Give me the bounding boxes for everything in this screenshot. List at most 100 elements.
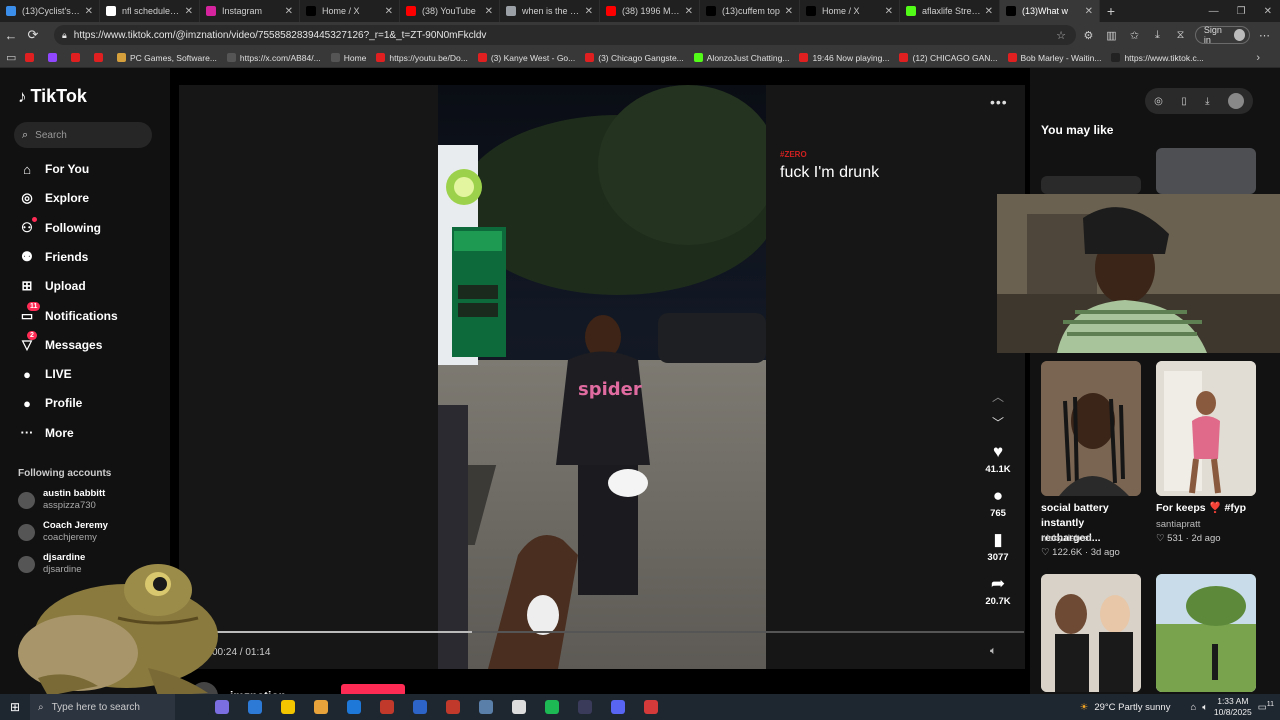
bookmark-item[interactable]: PC Games, Software... [117, 53, 217, 63]
share-button[interactable]: ➦ 20.7K [980, 574, 1016, 607]
download-icon[interactable]: ⤓ [1149, 29, 1166, 42]
refresh-icon[interactable]: ⟳ [22, 27, 44, 43]
close-tab-icon[interactable]: ✕ [885, 6, 893, 17]
network-icon[interactable]: ⌂ [1190, 702, 1196, 713]
taskbar-app-icon[interactable] [469, 694, 502, 720]
volume-icon[interactable]: 🔈︎ [990, 645, 997, 658]
bookmark-item[interactable] [71, 53, 84, 63]
split-screen-icon[interactable]: ▥ [1103, 29, 1120, 42]
like-button[interactable]: ♥ 41.1K [980, 442, 1016, 475]
maximize-icon[interactable]: ❐ [1237, 6, 1246, 17]
bookmark-item[interactable]: https://www.tiktok.c... [1111, 53, 1204, 63]
video-progress-bar[interactable] [212, 631, 1024, 633]
sidebar-item-for-you[interactable]: ⌂ For You [18, 158, 89, 180]
browser-tab[interactable]: (13)Cyclist's Fun ✕ [0, 0, 100, 22]
save-button[interactable]: ▮ 3077 [980, 530, 1016, 563]
taskbar-app-icon[interactable] [436, 694, 469, 720]
following-account[interactable]: Coach Jeremy coachjeremy [18, 520, 108, 544]
browser-tab[interactable]: when is the last ✕ [500, 0, 600, 22]
card-thumb-4[interactable] [1156, 574, 1256, 692]
sidebar-item-profile[interactable]: ● Profile [18, 392, 82, 414]
sidebar-item-upload[interactable]: ⊞ Upload [18, 275, 86, 297]
browser-tab[interactable]: Instagram ✕ [200, 0, 300, 22]
bookmark-item[interactable]: (3) Kanye West - Go... [477, 53, 575, 63]
close-tab-icon[interactable]: ✕ [185, 6, 193, 17]
taskbar-app-icon[interactable] [337, 694, 370, 720]
address-bar[interactable]: 🔒︎ https://www.tiktok.com/@imznation/vid… [54, 25, 1076, 45]
favorite-star-icon[interactable]: ☆ [1056, 29, 1066, 42]
close-tab-icon[interactable]: ✕ [785, 6, 793, 17]
close-tab-icon[interactable]: ✕ [85, 6, 93, 17]
card-author-2[interactable]: santiapratt [1156, 519, 1200, 530]
new-tab-button[interactable]: + [1100, 3, 1122, 19]
more-options-icon[interactable]: ••• [990, 94, 1008, 110]
taskbar-app-icon[interactable] [238, 694, 271, 720]
bookmark-item[interactable]: 19:46 Now playing... [799, 53, 889, 63]
bookmark-item[interactable] [25, 53, 38, 63]
taskbar-app-icon[interactable] [535, 694, 568, 720]
bookmarks-overflow-icon[interactable]: › [1256, 52, 1260, 64]
taskbar-app-icon[interactable] [502, 694, 535, 720]
minimize-icon[interactable]: — [1209, 6, 1219, 17]
favorites-icon[interactable]: ✩ [1126, 29, 1143, 42]
close-window-icon[interactable]: ✕ [1264, 6, 1272, 17]
video-frame[interactable]: spider [438, 85, 766, 669]
card-thumb-3[interactable] [1041, 574, 1141, 692]
bookmark-item[interactable]: Home [330, 53, 366, 63]
comment-button[interactable]: ● 765 [980, 486, 1016, 519]
tiktok-logo[interactable]: ♪ TikTok [18, 86, 87, 107]
bookmark-item[interactable] [48, 53, 61, 63]
sidebar-item-friends[interactable]: ⚉ Friends [18, 246, 88, 268]
sidebar-item-live[interactable]: ● LIVE [18, 363, 72, 385]
taskbar-app-icon[interactable] [601, 694, 634, 720]
browser-tab[interactable]: Home / X ✕ [300, 0, 400, 22]
card-thumb-1[interactable] [1041, 361, 1141, 496]
close-tab-icon[interactable]: ✕ [485, 6, 493, 17]
close-tab-icon[interactable]: ✕ [685, 6, 693, 17]
sign-in-button[interactable]: Sign in [1194, 25, 1251, 45]
bookmark-item[interactable]: AlonzoJust Chatting... [693, 53, 789, 63]
search-input[interactable]: ⌕ Search [14, 122, 152, 148]
mobile-icon[interactable]: ▯ [1181, 96, 1187, 107]
close-tab-icon[interactable]: ✕ [385, 6, 393, 17]
user-avatar[interactable] [1227, 93, 1244, 109]
bookmark-item[interactable]: Bob Marley - Waitin... [1007, 53, 1101, 63]
bookmark-item[interactable]: https://x.com/AB84/... [226, 53, 321, 63]
notification-center-icon[interactable]: ▭11 [1258, 701, 1274, 713]
browser-tab[interactable]: (13)cuffem top ✕ [700, 0, 800, 22]
browser-tab[interactable]: (38) 1996 Micha ✕ [600, 0, 700, 22]
menu-icon[interactable]: ⋯ [1256, 29, 1273, 42]
taskbar-app-icon[interactable] [370, 694, 403, 720]
close-tab-icon[interactable]: ✕ [585, 6, 593, 17]
sidebar-item-following[interactable]: ⚇ Following [18, 216, 101, 239]
browser-tab[interactable]: (13)What w ✕ [1000, 0, 1100, 22]
card-author-1[interactable]: nicky.dabrat [1041, 533, 1092, 544]
taskbar-app-icon[interactable] [403, 694, 436, 720]
close-tab-icon[interactable]: ✕ [985, 6, 993, 17]
bookmark-item[interactable]: https://youtu.be/Do... [376, 53, 468, 63]
bookmark-item[interactable]: (12) CHICAGO GAN... [899, 53, 998, 63]
taskbar-app-icon[interactable] [271, 694, 304, 720]
recommended-thumb-top-1[interactable] [1041, 176, 1141, 194]
sidebar-item-messages[interactable]: ▽ 2 Messages [18, 330, 102, 356]
volume-tray-icon[interactable]: 🔈︎ [1202, 702, 1208, 713]
apps-icon[interactable]: ▭ [6, 51, 16, 64]
sidebar-item-explore[interactable]: ◎ Explore [18, 187, 89, 209]
weather-text[interactable]: 29°C Partly sunny [1094, 702, 1170, 713]
taskbar-app-icon[interactable] [568, 694, 601, 720]
weather-icon[interactable]: ☀ [1080, 702, 1089, 713]
card-thumb-2[interactable] [1156, 361, 1256, 496]
back-icon[interactable]: ← [0, 28, 22, 43]
browser-tab[interactable]: aflaxlife Stream ✕ [900, 0, 1000, 22]
taskbar-search[interactable]: ⌕ Type here to search [30, 694, 175, 720]
download-app-icon[interactable]: ⤓ [1205, 96, 1209, 107]
card-title-2[interactable]: For keeps ❣️ #fyp [1156, 501, 1260, 516]
sidebar-item-more[interactable]: ··· More [18, 422, 74, 444]
taskbar-app-icon[interactable] [205, 694, 238, 720]
next-video-icon[interactable]: ﹀ [992, 414, 1004, 431]
history-icon[interactable]: ⧖ [1172, 29, 1189, 42]
following-account[interactable]: austin babbitt asspizza730 [18, 488, 105, 512]
browser-tab[interactable]: Home / X ✕ [800, 0, 900, 22]
taskbar-app-icon[interactable] [304, 694, 337, 720]
taskbar-app-icon[interactable] [634, 694, 667, 720]
